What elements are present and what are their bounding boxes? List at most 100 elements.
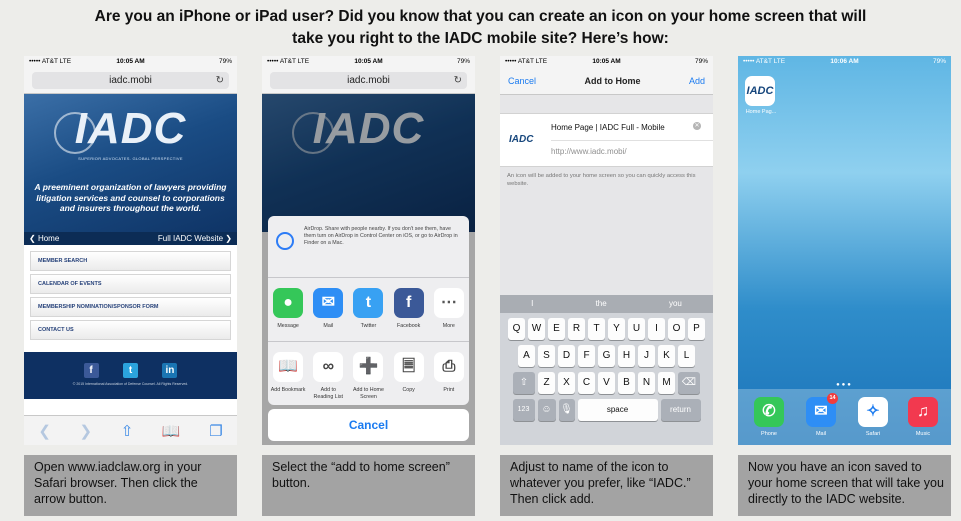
message-icon: ●: [273, 288, 304, 318]
home-link[interactable]: ❮ Home: [29, 232, 59, 245]
back-icon[interactable]: ❮: [38, 422, 51, 440]
iadc-home-label: Home Pag...: [745, 109, 777, 115]
address-bar[interactable]: iadc.mobi ↻: [24, 68, 237, 94]
shift-icon[interactable]: ⇧: [513, 372, 535, 394]
airdrop-row: AirDrop. Share with people nearby. If yo…: [268, 216, 469, 278]
mail-icon: ✉: [313, 288, 344, 318]
action-label: Copy: [402, 387, 415, 393]
action-reading-list[interactable]: ∞ Add to Reading List: [310, 352, 346, 401]
key-row-3: ⇧ Z X C V B N M ⌫: [500, 372, 713, 394]
dock: ✆ Phone ✉ 14 Mail ✧ Safari ♫ Music: [738, 389, 951, 445]
dock-label: Music: [915, 431, 931, 437]
share-message[interactable]: ● Message: [270, 288, 306, 337]
suggestion[interactable]: you: [669, 295, 682, 313]
social-links: f t in: [24, 360, 237, 378]
name-field[interactable]: Home Page | IADC Full - Mobile: [551, 123, 665, 132]
action-add-to-home-screen[interactable]: ➕ Add to Home Screen: [350, 352, 386, 401]
menu-member-search[interactable]: MEMBER SEARCH: [30, 251, 231, 271]
tabs-icon[interactable]: ❐: [209, 422, 222, 440]
key-c[interactable]: C: [578, 372, 595, 394]
action-add-bookmark[interactable]: 📖 Add Bookmark: [270, 352, 306, 401]
share-twitter[interactable]: t Twitter: [350, 288, 386, 337]
book-icon: 📖: [273, 352, 304, 382]
menu-membership-form[interactable]: MEMBERSHIP NOMINATION/SPONSOR FORM: [30, 297, 231, 317]
key-k[interactable]: K: [658, 345, 675, 367]
share-app-label: Facebook: [397, 323, 421, 329]
key-z[interactable]: Z: [538, 372, 555, 394]
linkedin-icon[interactable]: in: [162, 363, 178, 378]
compass-icon: ✧: [858, 397, 888, 427]
address-bar[interactable]: iadc.mobi ↻: [262, 68, 475, 94]
menu-calendar[interactable]: CALENDAR OF EVENTS: [30, 274, 231, 294]
key-n[interactable]: N: [638, 372, 655, 394]
key-h[interactable]: H: [618, 345, 635, 367]
cancel-button[interactable]: Cancel: [508, 76, 536, 86]
key-s[interactable]: S: [538, 345, 555, 367]
key-d[interactable]: D: [558, 345, 575, 367]
dock-phone[interactable]: ✆ Phone: [753, 397, 785, 437]
key-w[interactable]: W: [528, 318, 545, 340]
more-icon: ⋯: [433, 288, 464, 318]
clock: 10:05 AM: [592, 58, 621, 65]
key-r[interactable]: R: [568, 318, 585, 340]
emoji-icon[interactable]: ☺: [537, 399, 556, 421]
share-icon[interactable]: ⇧: [121, 422, 134, 440]
key-p[interactable]: P: [688, 318, 705, 340]
share-facebook[interactable]: f Facebook: [391, 288, 427, 337]
key-j[interactable]: J: [638, 345, 655, 367]
safari-toolbar: ❮ ❯ ⇧ 📖 ❐: [24, 415, 237, 445]
iadc-logo: IADC: [74, 104, 187, 153]
airdrop-text: AirDrop. Share with people nearby. If yo…: [304, 226, 458, 246]
dock-safari[interactable]: ✧ Safari: [857, 397, 889, 437]
facebook-icon[interactable]: f: [83, 363, 99, 378]
add-button[interactable]: Add: [689, 76, 705, 86]
key-f[interactable]: F: [578, 345, 595, 367]
share-card: AirDrop. Share with people nearby. If yo…: [268, 216, 469, 405]
share-app-label: More: [442, 323, 455, 329]
cancel-button[interactable]: Cancel: [268, 409, 469, 441]
airdrop-icon[interactable]: [276, 232, 294, 250]
clear-icon[interactable]: ✕: [693, 122, 701, 130]
key-u[interactable]: U: [628, 318, 645, 340]
key-g[interactable]: G: [598, 345, 615, 367]
return-key[interactable]: return: [660, 399, 701, 421]
full-site-link[interactable]: Full IADC Website ❯: [158, 232, 232, 245]
twitter-icon: t: [353, 288, 384, 318]
reload-icon[interactable]: ↻: [454, 72, 462, 89]
url-field[interactable]: iadc.mobi: [32, 72, 229, 89]
backspace-icon[interactable]: ⌫: [678, 372, 700, 394]
share-more[interactable]: ⋯ More: [431, 288, 467, 337]
dock-mail[interactable]: ✉ 14 Mail: [805, 393, 838, 437]
forward-icon[interactable]: ❯: [80, 422, 93, 440]
reload-icon[interactable]: ↻: [216, 72, 224, 89]
share-mail[interactable]: ✉ Mail: [310, 288, 346, 337]
key-v[interactable]: V: [598, 372, 615, 394]
caption-step-1: Open www.iadclaw.org in your Safari brow…: [24, 455, 237, 516]
key-o[interactable]: O: [668, 318, 685, 340]
key-t[interactable]: T: [588, 318, 605, 340]
bookmarks-icon[interactable]: 📖: [162, 422, 181, 440]
action-print[interactable]: ⎙ Print: [431, 352, 467, 401]
key-x[interactable]: X: [558, 372, 575, 394]
twitter-icon[interactable]: t: [123, 363, 138, 378]
facebook-icon: f: [393, 288, 424, 318]
key-e[interactable]: E: [548, 318, 565, 340]
tagline: SUPERIOR ADVOCATES. GLOBAL PERSPECTIVE: [78, 156, 183, 161]
action-copy[interactable]: 🗏 Copy: [391, 352, 427, 401]
numbers-key[interactable]: 123: [512, 399, 535, 421]
suggestion[interactable]: I: [531, 295, 533, 313]
iadc-home-icon[interactable]: IADC: [745, 76, 775, 106]
key-l[interactable]: L: [678, 345, 695, 367]
key-y[interactable]: Y: [608, 318, 625, 340]
microphone-icon[interactable]: 🎙: [558, 399, 575, 421]
space-key[interactable]: space: [577, 399, 658, 421]
key-i[interactable]: I: [648, 318, 665, 340]
key-b[interactable]: B: [618, 372, 635, 394]
key-q[interactable]: Q: [508, 318, 525, 340]
key-m[interactable]: M: [658, 372, 675, 394]
dock-music[interactable]: ♫ Music: [907, 397, 939, 437]
url-field[interactable]: iadc.mobi: [270, 72, 467, 89]
key-a[interactable]: A: [518, 345, 535, 367]
suggestion[interactable]: the: [596, 295, 607, 313]
menu-contact[interactable]: CONTACT US: [30, 320, 231, 340]
